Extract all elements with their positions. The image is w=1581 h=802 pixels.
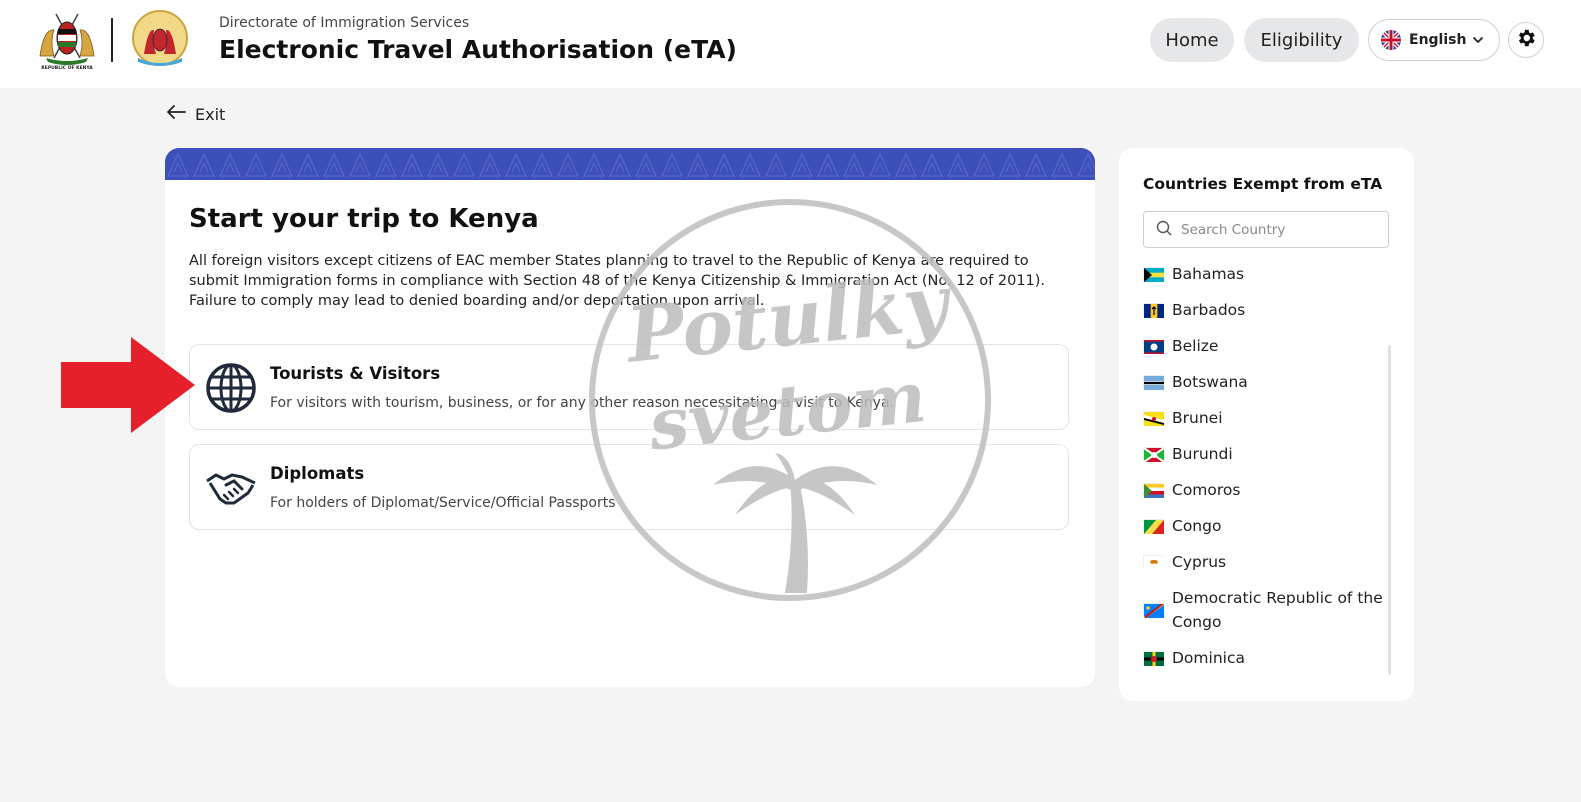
option-title: Tourists & Visitors: [270, 364, 441, 383]
brunei-flag-icon: [1143, 411, 1164, 426]
country-item-bahamas[interactable]: Bahamas: [1143, 256, 1393, 292]
country-item-barbados[interactable]: Barbados: [1143, 292, 1393, 328]
country-item-belize[interactable]: Belize: [1143, 328, 1393, 364]
search-input[interactable]: [1181, 221, 1381, 238]
country-item-congo[interactable]: Congo: [1143, 508, 1393, 544]
tourists-visitors-option[interactable]: Tourists & Visitors For visitors with to…: [189, 344, 1069, 430]
dominica-flag-icon: [1143, 651, 1164, 666]
country-item-comoros[interactable]: Comoros: [1143, 472, 1393, 508]
country-item-burundi[interactable]: Burundi: [1143, 436, 1393, 472]
option-description: For holders of Diplomat/Service/Official…: [270, 495, 616, 511]
congo-flag-icon: [1143, 519, 1164, 534]
country-search[interactable]: [1143, 211, 1389, 248]
exempt-panel-title: Countries Exempt from eTA: [1143, 175, 1383, 193]
department-name: Directorate of Immigration Services: [219, 15, 470, 31]
bahamas-flag-icon: [1143, 267, 1164, 282]
country-item-cyprus[interactable]: Cyprus: [1143, 544, 1393, 580]
gear-icon: [1515, 27, 1537, 53]
arrow-left-icon: [166, 104, 195, 124]
settings-button[interactable]: [1508, 22, 1544, 58]
exit-label: Exit: [195, 104, 226, 124]
uk-flag-icon: [1381, 30, 1401, 50]
country-item-drc[interactable]: Democratic Republic of the Congo: [1143, 580, 1393, 640]
language-selector[interactable]: English: [1368, 19, 1500, 61]
home-button[interactable]: Home: [1150, 18, 1234, 62]
exempt-countries-panel: Countries Exempt from eTA Bahamas Barbad…: [1119, 148, 1414, 701]
burundi-flag-icon: [1143, 447, 1165, 463]
diplomats-option[interactable]: Diplomats For holders of Diplomat/Servic…: [189, 444, 1069, 530]
drc-flag-icon: [1143, 603, 1164, 618]
comoros-flag-icon: [1143, 483, 1164, 498]
chevron-down-icon: [1469, 31, 1487, 49]
botswana-flag-icon: [1143, 375, 1164, 390]
main-card: Start your trip to Kenya All foreign vis…: [165, 148, 1095, 687]
country-item-dominica[interactable]: Dominica: [1143, 640, 1393, 676]
exit-link[interactable]: Exit: [166, 104, 225, 124]
red-arrow-pointer: [61, 337, 197, 433]
language-label: English: [1409, 32, 1467, 48]
country-list[interactable]: Bahamas Barbados Belize Botswana Brunei …: [1143, 256, 1393, 678]
immigration-emblem-logo: [128, 10, 192, 68]
page-description: All foreign visitors except citizens of …: [189, 253, 1046, 309]
option-description: For visitors with tourism, business, or …: [270, 395, 894, 411]
top-header: REPUBLIC OF KENYA Directorate of Immigra…: [0, 0, 1581, 88]
cyprus-flag-icon: [1143, 555, 1164, 570]
pattern-banner: [165, 148, 1095, 180]
barbados-flag-icon: [1143, 303, 1164, 318]
app-title: Electronic Travel Authorisation (eTA): [219, 35, 737, 64]
logo-divider: [111, 18, 113, 62]
belize-flag-icon: [1143, 339, 1164, 354]
country-list-scrollbar[interactable]: [1388, 345, 1391, 675]
search-icon: [1156, 220, 1181, 240]
eligibility-button[interactable]: Eligibility: [1244, 18, 1359, 62]
coat-of-arms-caption: REPUBLIC OF KENYA: [41, 66, 93, 71]
kenya-coat-of-arms-logo: REPUBLIC OF KENYA: [36, 8, 98, 74]
country-item-brunei[interactable]: Brunei: [1143, 400, 1393, 436]
country-item-botswana[interactable]: Botswana: [1143, 364, 1393, 400]
option-title: Diplomats: [270, 464, 365, 483]
page-title: Start your trip to Kenya: [189, 204, 539, 234]
handshake-icon: [204, 461, 258, 515]
globe-icon: [204, 361, 258, 415]
